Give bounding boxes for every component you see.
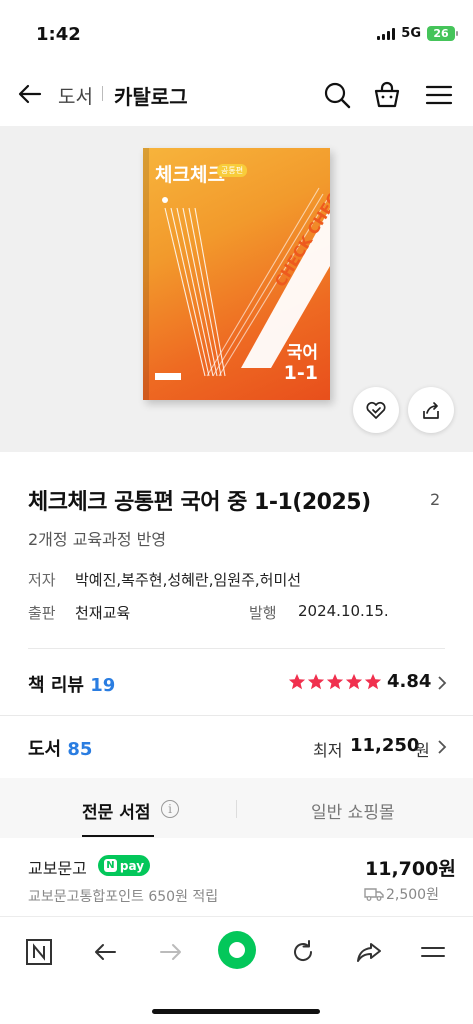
chevron-right-icon <box>438 740 447 754</box>
status-time: 1:42 <box>36 24 81 45</box>
tab-general-mall[interactable]: 일반 쇼핑몰 <box>311 798 395 823</box>
arrow-right-icon <box>160 944 181 960</box>
hamburger-icon <box>421 947 445 957</box>
books-label: 도서 <box>28 739 62 760</box>
lowest-unit: 원 <box>415 741 430 760</box>
arrow-left-icon <box>95 944 116 960</box>
browser-menu-button[interactable] <box>416 935 450 969</box>
review-count: 19 <box>90 675 116 696</box>
refresh-icon <box>294 940 313 961</box>
author-value[interactable]: 박예진,복주현,성혜란,임원주,허미선 <box>75 569 301 590</box>
naver-home-button[interactable] <box>22 935 56 969</box>
date-label: 발행 <box>249 604 277 622</box>
title-suffix: 2 <box>430 490 441 509</box>
books-count: 85 <box>67 739 93 760</box>
lowest-price: 11,250 <box>350 735 420 756</box>
status-bar: 1:42 5G 26 <box>0 0 473 62</box>
tab-divider <box>236 800 237 818</box>
network-label: 5G <box>401 26 421 41</box>
divider <box>28 648 445 649</box>
review-label: 책 리뷰 <box>28 675 84 696</box>
store-points: 교보문고통합포인트 650원 적립 <box>28 889 219 905</box>
book-cover-area: CHECK CHECK 체크체크 공통편 국어 1-1 <box>0 126 473 452</box>
cover-stamp <box>155 373 181 380</box>
share-icon <box>423 402 439 419</box>
lowest-label: 최저 <box>313 741 343 760</box>
browser-back-button[interactable] <box>88 935 122 969</box>
tab-specialty-bookstore[interactable]: 전문 서점 <box>82 798 150 823</box>
shipping-fee: 2,500원 <box>386 887 439 903</box>
green-dot-icon <box>229 942 245 958</box>
seller-tabs: 전문 서점 i 일반 쇼핑몰 <box>0 778 473 838</box>
star-icon <box>364 673 382 690</box>
rating-stars <box>288 673 382 691</box>
publisher-value[interactable]: 천재교육 <box>75 602 130 623</box>
date-value: 2024.10.15. <box>298 602 389 620</box>
cover-subject: 국어 1-1 <box>283 343 318 384</box>
battery-icon: 26 <box>427 26 458 41</box>
breadcrumb-books[interactable]: 도서 <box>58 82 93 109</box>
menu-icon[interactable] <box>424 80 454 110</box>
shopping-bag-icon[interactable] <box>372 80 402 110</box>
naver-n-icon <box>26 939 52 965</box>
back-arrow-icon[interactable] <box>16 80 44 108</box>
browser-toolbar <box>0 916 473 1024</box>
top-navigation: 도서 카탈로그 <box>0 62 473 126</box>
browser-share-button[interactable] <box>352 935 386 969</box>
star-icon <box>326 673 344 690</box>
truck-icon <box>364 888 384 901</box>
book-cover-image[interactable]: CHECK CHECK 체크체크 공통편 국어 1-1 <box>143 148 330 400</box>
active-tab-indicator <box>82 835 154 837</box>
author-label: 저자 <box>28 571 56 589</box>
star-icon <box>288 673 306 690</box>
search-icon[interactable] <box>322 80 352 110</box>
home-indicator <box>152 1009 320 1014</box>
heart-check-icon <box>366 401 386 419</box>
store-name: 교보문고 <box>28 859 87 878</box>
cover-tag: 공통편 <box>217 164 248 177</box>
store-price: 11,700원 <box>365 858 456 880</box>
reload-button[interactable] <box>286 935 320 969</box>
chevron-right-icon <box>438 676 447 690</box>
book-subtitle: 2개정 교육과정 반영 <box>28 530 167 549</box>
breadcrumb-divider <box>102 86 103 101</box>
star-icon <box>307 673 325 690</box>
cover-series-title: 체크체크 <box>155 164 225 186</box>
star-icon <box>345 673 363 690</box>
wishlist-button[interactable] <box>353 387 399 433</box>
rating-value: 4.84 <box>387 671 432 692</box>
page-title: 카탈로그 <box>114 85 188 109</box>
info-icon[interactable]: i <box>161 800 179 818</box>
green-dot-button[interactable] <box>218 931 256 969</box>
divider <box>0 715 473 716</box>
npay-badge: N pay <box>98 855 150 876</box>
status-indicators: 5G 26 <box>377 26 458 41</box>
share-button[interactable] <box>408 387 454 433</box>
signal-icon <box>377 27 396 40</box>
book-title: 체크체크 공통편 국어 중 1-1(2025) <box>28 490 371 515</box>
browser-forward-button[interactable] <box>154 935 188 969</box>
share-arrow-icon <box>357 943 381 962</box>
publisher-label: 출판 <box>28 604 56 622</box>
